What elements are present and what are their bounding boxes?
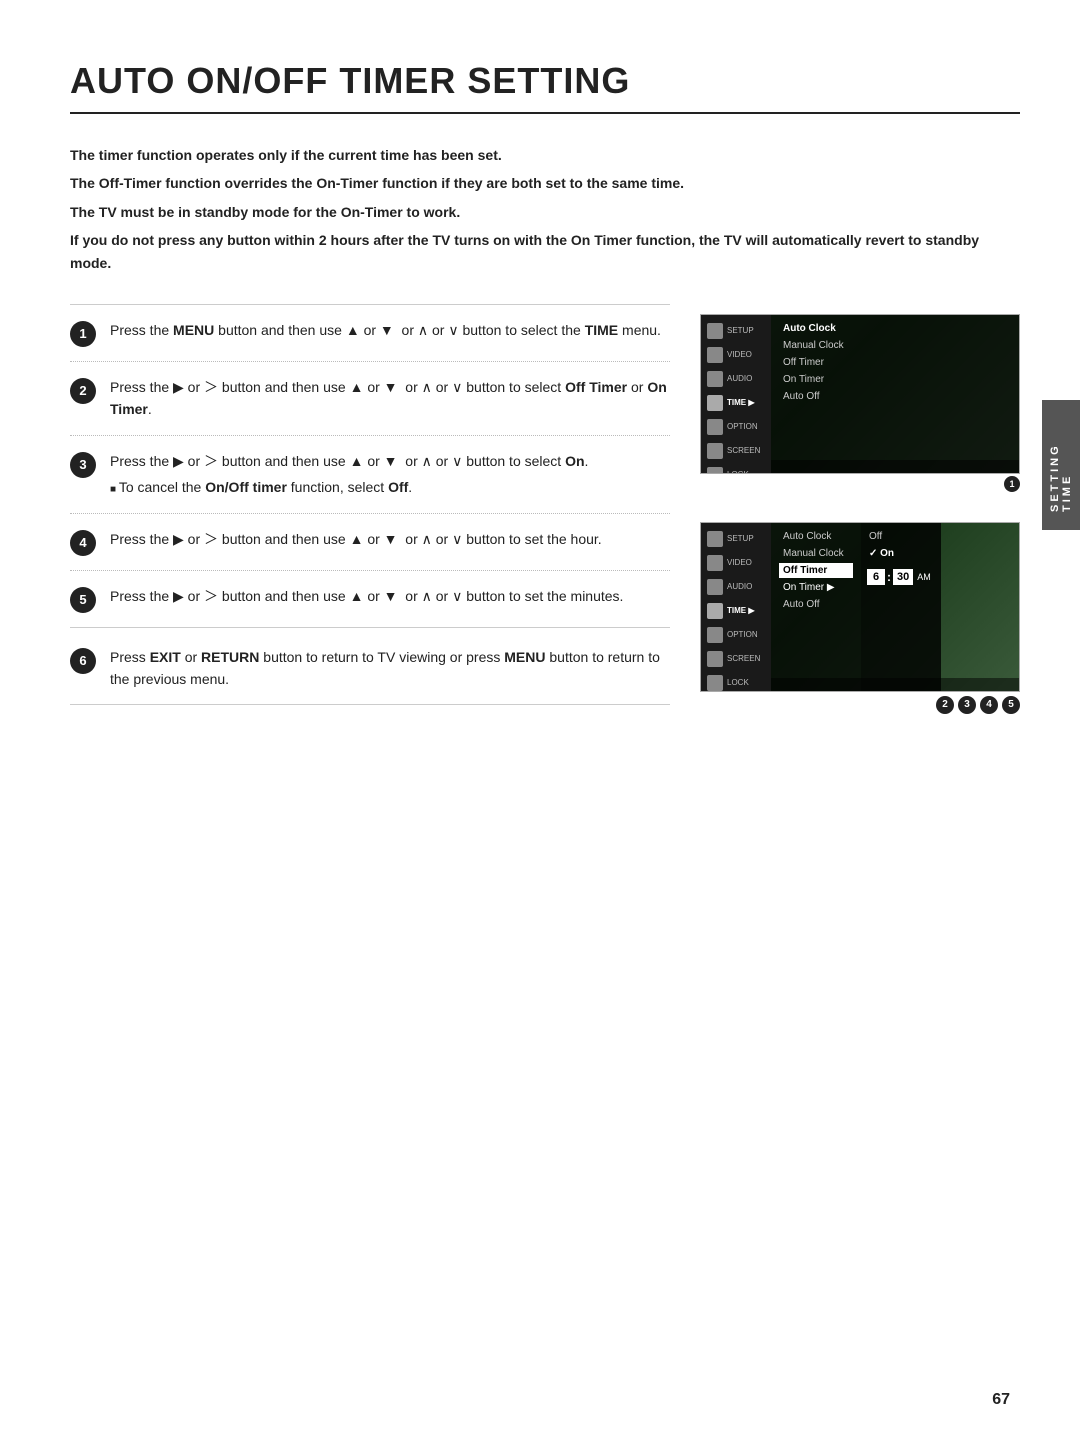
time-min-box: 30 xyxy=(893,569,913,585)
screenshot-1: SETUP VIDEO AUDIO TIME ▶ OPTION SCREEN L… xyxy=(700,314,1020,474)
intro-p2: The Off-Timer function overrides the On-… xyxy=(70,172,1020,194)
step-3: 3 Press the ▶ or ＞ button and then use ▲… xyxy=(70,435,670,513)
circle-num-1: 1 xyxy=(1004,476,1020,492)
step-number-2: 2 xyxy=(70,378,96,404)
screenshot-2-wrapper: SETUP VIDEO AUDIO TIME ▶ OPTION SCREEN L… xyxy=(700,522,1020,714)
menu-item-time-2: TIME ▶ xyxy=(701,599,771,623)
screenshot-2-labels: 2 3 4 5 xyxy=(700,696,1020,714)
menu-item-audio: AUDIO xyxy=(701,367,771,391)
step-number-1: 1 xyxy=(70,321,96,347)
intro-p4: If you do not press any button within 2 … xyxy=(70,229,1020,274)
right-item-ontimer-2: On Timer ▶ xyxy=(779,580,853,595)
right-item-manualclock-2: Manual Clock xyxy=(779,546,853,561)
step-text-3: Press the ▶ or ＞ button and then use ▲ o… xyxy=(110,450,670,499)
menu-item-screen: SCREEN xyxy=(701,439,771,463)
menu-item-setup-2: SETUP xyxy=(701,527,771,551)
menu-item-audio-2: AUDIO xyxy=(701,575,771,599)
step-3-note: To cancel the On/Off timer function, sel… xyxy=(110,476,670,498)
third-item-on: ✓ On xyxy=(867,546,935,561)
page-number: 67 xyxy=(992,1391,1010,1409)
time-ampm: AM xyxy=(917,572,931,582)
screenshot-1-label: 1 xyxy=(700,476,1020,492)
right-item-autooff: Auto Off xyxy=(779,389,1011,404)
third-item-off: Off xyxy=(867,529,935,544)
menu-item-video-2: VIDEO xyxy=(701,551,771,575)
menu-item-screen-2: SCREEN xyxy=(701,647,771,671)
step-text-5: Press the ▶ or ＞ button and then use ▲ o… xyxy=(110,585,670,607)
main-content: 1 Press the MENU button and then use ▲ o… xyxy=(70,304,1020,714)
screenshot-1-wrapper: SETUP VIDEO AUDIO TIME ▶ OPTION SCREEN L… xyxy=(700,314,1020,492)
step-text-6: Press EXIT or RETURN button to return to… xyxy=(110,646,670,691)
menu-item-lock: LOCK xyxy=(701,463,771,474)
step-1: 1 Press the MENU button and then use ▲ o… xyxy=(70,304,670,361)
right-item-autooff-2: Auto Off xyxy=(779,597,853,612)
right-item-autoclock: Auto Clock xyxy=(779,321,1011,336)
menu-left-panel-1: SETUP VIDEO AUDIO TIME ▶ OPTION SCREEN L… xyxy=(701,315,771,473)
time-display: 6 : 30 AM xyxy=(867,569,935,585)
right-item-offtimer: Off Timer xyxy=(779,355,1011,370)
menu-item-option-2: OPTION xyxy=(701,623,771,647)
circle-num-5: 5 xyxy=(1002,696,1020,714)
menu-left-panel-2: SETUP VIDEO AUDIO TIME ▶ OPTION SCREEN L… xyxy=(701,523,771,691)
screenshot-2: SETUP VIDEO AUDIO TIME ▶ OPTION SCREEN L… xyxy=(700,522,1020,692)
step-4: 4 Press the ▶ or ＞ button and then use ▲… xyxy=(70,513,670,570)
step-number-4: 4 xyxy=(70,530,96,556)
step-6: 6 Press EXIT or RETURN button to return … xyxy=(70,628,670,705)
menu-item-lock-2: LOCK xyxy=(701,671,771,692)
screenshots-column: SETUP VIDEO AUDIO TIME ▶ OPTION SCREEN L… xyxy=(700,304,1020,714)
menu-right-panel-2: Auto Clock Manual Clock Off Timer On Tim… xyxy=(771,523,861,691)
menu-item-setup: SETUP xyxy=(701,319,771,343)
steps-column: 1 Press the MENU button and then use ▲ o… xyxy=(70,304,670,714)
page-title: AUTO ON/OFF TIMER SETTING xyxy=(70,60,1020,114)
right-item-manualclock: Manual Clock xyxy=(779,338,1011,353)
intro-p3: The TV must be in standby mode for the O… xyxy=(70,201,1020,223)
page-container: AUTO ON/OFF TIMER SETTING The timer func… xyxy=(0,0,1080,774)
menu-item-time: TIME ▶ xyxy=(701,391,771,415)
intro-p1: The timer function operates only if the … xyxy=(70,144,1020,166)
step-number-6: 6 xyxy=(70,648,96,674)
intro-section: The timer function operates only if the … xyxy=(70,144,1020,274)
step-text-2: Press the ▶ or ＞ button and then use ▲ o… xyxy=(110,376,670,421)
menu-item-video: VIDEO xyxy=(701,343,771,367)
right-item-offtimer-2: Off Timer xyxy=(779,563,853,578)
step-2: 2 Press the ▶ or ＞ button and then use ▲… xyxy=(70,361,670,435)
side-tab: TIME SETTING xyxy=(1042,400,1080,530)
time-colon: : xyxy=(887,570,891,584)
menu-item-option: OPTION xyxy=(701,415,771,439)
circle-num-4: 4 xyxy=(980,696,998,714)
step-number-5: 5 xyxy=(70,587,96,613)
right-item-ontimer: On Timer xyxy=(779,372,1011,387)
circle-num-2: 2 xyxy=(936,696,954,714)
step-text-1: Press the MENU button and then use ▲ or … xyxy=(110,319,670,341)
menu-right-panel-1: Auto Clock Manual Clock Off Timer On Tim… xyxy=(771,315,1019,473)
time-hour-box: 6 xyxy=(867,569,885,585)
step-text-4: Press the ▶ or ＞ button and then use ▲ o… xyxy=(110,528,670,550)
step-number-3: 3 xyxy=(70,452,96,478)
circle-num-3: 3 xyxy=(958,696,976,714)
right-item-autoclock-2: Auto Clock xyxy=(779,529,853,544)
menu-third-panel: Off ✓ On 6 : 30 AM xyxy=(861,523,941,691)
step-5: 5 Press the ▶ or ＞ button and then use ▲… xyxy=(70,570,670,627)
